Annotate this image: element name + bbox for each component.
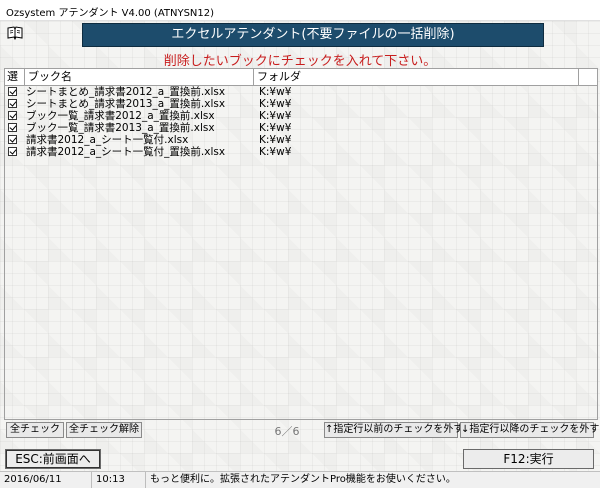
- folder-cell: K:¥w¥: [259, 98, 292, 110]
- app-banner: エクセルアテンダント(不要ファイルの一括削除): [82, 23, 544, 47]
- folder-cell: K:¥w¥: [259, 86, 292, 98]
- row-checkbox[interactable]: [8, 123, 17, 132]
- grid-header: 選 ブック名 フォルダ: [5, 69, 597, 86]
- book-name-cell: ブック一覧_請求書2012_a_置換前.xlsx: [26, 110, 215, 122]
- status-time: 10:13: [92, 472, 146, 488]
- uncheck-all-button[interactable]: 全チェック解除: [66, 422, 142, 438]
- window-title: Ozsystem アテンダント V4.00 (ATNYSN12): [6, 8, 215, 19]
- check-all-button[interactable]: 全チェック: [6, 422, 64, 438]
- book-icon[interactable]: [7, 26, 23, 40]
- status-date: 2016/06/11: [0, 472, 92, 488]
- grid-button-bar: 全チェック 全チェック解除 6／6 ↑指定行以前のチェックを外す ↓指定行以降の…: [4, 422, 599, 438]
- book-name-cell: シートまとめ_請求書2012_a_置換前.xlsx: [26, 86, 226, 98]
- row-checkbox[interactable]: [8, 147, 17, 156]
- folder-cell: K:¥w¥: [259, 122, 292, 134]
- table-row[interactable]: シートまとめ_請求書2013_a_置換前.xlsx K:¥w¥: [5, 98, 597, 110]
- folder-cell: K:¥w¥: [259, 134, 292, 146]
- instruction-text: 削除したいブックにチェックを入れて下さい。: [163, 54, 437, 69]
- book-name-cell: ブック一覧_請求書2013_a_置換前.xlsx: [26, 122, 215, 134]
- book-name-cell: 請求書2012_a_シート一覧付.xlsx: [26, 134, 189, 146]
- table-row[interactable]: 請求書2012_a_シート一覧付.xlsx K:¥w¥: [5, 134, 597, 146]
- folder-cell: K:¥w¥: [259, 146, 292, 158]
- status-message: もっと便利に。拡張されたアテンダントPro機能をお使いください。: [150, 474, 456, 485]
- book-list-grid[interactable]: 選 ブック名 フォルダ シートまとめ_請求書2012_a_置換前.xlsx K:…: [4, 68, 598, 420]
- column-header-book[interactable]: ブック名: [25, 69, 254, 85]
- book-name-cell: 請求書2012_a_シート一覧付_置換前.xlsx: [26, 146, 226, 158]
- status-bar: 2016/06/11 10:13 もっと便利に。拡張されたアテンダントPro機能…: [0, 471, 600, 488]
- row-checkbox[interactable]: [8, 111, 17, 120]
- table-row[interactable]: 請求書2012_a_シート一覧付_置換前.xlsx K:¥w¥: [5, 146, 597, 158]
- table-row[interactable]: ブック一覧_請求書2013_a_置換前.xlsx K:¥w¥: [5, 122, 597, 134]
- uncheck-after-button[interactable]: ↓指定行以降のチェックを外す: [460, 422, 599, 438]
- book-name-cell: シートまとめ_請求書2013_a_置換前.xlsx: [26, 98, 226, 110]
- row-checkbox[interactable]: [8, 135, 17, 144]
- grid-rows: シートまとめ_請求書2012_a_置換前.xlsx K:¥w¥ シートまとめ_請…: [5, 86, 597, 158]
- column-header-select[interactable]: 選: [5, 69, 25, 85]
- f12-run-button[interactable]: F12:実行: [463, 449, 594, 469]
- uncheck-before-button[interactable]: ↑指定行以前のチェックを外す: [324, 422, 463, 438]
- table-row[interactable]: シートまとめ_請求書2012_a_置換前.xlsx K:¥w¥: [5, 86, 597, 98]
- row-counter: 6／6: [274, 425, 300, 438]
- row-checkbox[interactable]: [8, 87, 17, 96]
- column-header-folder[interactable]: フォルダ: [254, 69, 579, 85]
- esc-back-button[interactable]: ESC:前画面へ: [5, 449, 101, 469]
- row-checkbox[interactable]: [8, 99, 17, 108]
- folder-cell: K:¥w¥: [259, 110, 292, 122]
- column-header-spacer: [579, 69, 597, 85]
- table-row[interactable]: ブック一覧_請求書2012_a_置換前.xlsx K:¥w¥: [5, 110, 597, 122]
- window-titlebar: Ozsystem アテンダント V4.00 (ATNYSN12): [0, 0, 600, 21]
